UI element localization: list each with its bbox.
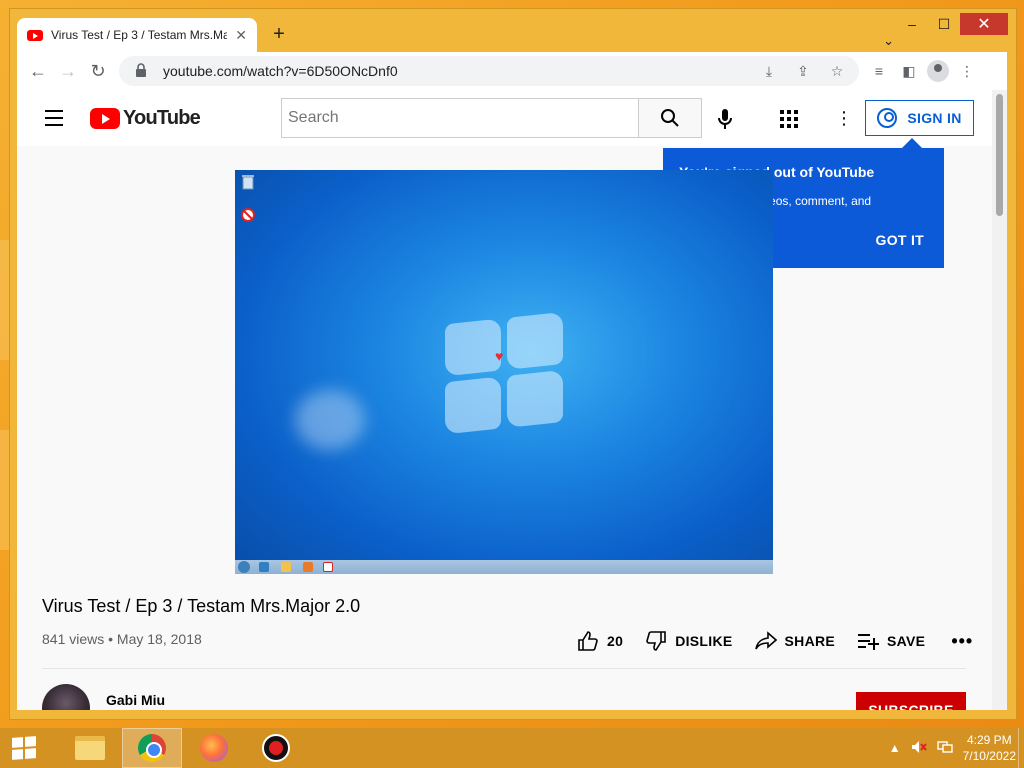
video-desktop-taskbar <box>235 560 773 574</box>
apps-grid-icon[interactable] <box>780 110 798 128</box>
settings-kebab-icon[interactable]: ⋮ <box>835 109 853 127</box>
chrome-icon <box>138 734 166 762</box>
like-button[interactable]: 20 <box>577 630 623 652</box>
lock-icon[interactable] <box>129 62 153 80</box>
url-text: youtube.com/watch?v=6D50ONcDnf0 <box>163 63 398 79</box>
menu-kebab-icon[interactable]: ⋮ <box>955 63 979 80</box>
page-scrollbar[interactable] <box>992 90 1007 710</box>
recorder-icon <box>262 734 290 762</box>
channel-avatar[interactable] <box>42 684 90 710</box>
like-count: 20 <box>607 633 624 649</box>
reload-button[interactable]: ↻ <box>83 56 113 86</box>
youtube-page: YouTube ⋮ SIGN IN You're signed out of Y… <box>17 90 1007 710</box>
video-folder-icon <box>281 562 291 572</box>
youtube-icon <box>27 29 43 41</box>
forward-button[interactable]: → <box>53 56 83 86</box>
taskbar-firefox[interactable] <box>184 728 244 768</box>
youtube-logo[interactable]: YouTube <box>90 107 201 130</box>
microphone-icon[interactable] <box>717 108 733 135</box>
clock-time: 4:29 PM <box>966 733 1012 747</box>
video-start-icon <box>238 561 250 573</box>
thumbs-down-icon <box>646 631 666 651</box>
wallpaper-glow <box>295 390 365 450</box>
install-icon[interactable]: ⤓ <box>757 63 781 80</box>
address-bar[interactable]: youtube.com/watch?v=6D50ONcDnf0 ⤓ ⇪ ☆ <box>119 56 859 86</box>
search-button[interactable] <box>638 98 702 138</box>
thumbs-up-icon <box>578 631 598 651</box>
save-label: SAVE <box>887 633 926 649</box>
profile-avatar[interactable] <box>927 60 949 82</box>
clock-date: 7/10/2022 <box>962 749 1016 763</box>
browser-tab[interactable]: Virus Test / Ep 3 / Testam Mrs.Major 2.0… <box>17 18 257 52</box>
search-icon <box>661 109 679 127</box>
taskbar-file-explorer[interactable] <box>60 728 120 768</box>
new-tab-button[interactable]: + <box>263 18 295 50</box>
got-it-button[interactable]: GOT IT <box>876 232 924 248</box>
windows-taskbar: ▲ 4:29 PM 7/10/2022 <box>0 728 1024 768</box>
taskbar-chrome[interactable] <box>122 728 182 768</box>
tab-title: Virus Test / Ep 3 / Testam Mrs.Major 2.0 <box>51 28 228 42</box>
sign-in-button[interactable]: SIGN IN <box>865 100 974 136</box>
video-player[interactable]: ♥ <box>235 170 773 574</box>
browser-toolbar: ← → ↻ youtube.com/watch?v=6D50ONcDnf0 ⤓ … <box>17 52 1007 90</box>
hamburger-menu-icon[interactable] <box>45 110 63 131</box>
minimize-button[interactable]: – <box>896 13 928 35</box>
video-actions: 20 DISLIKE SHARE SAVE ••• <box>577 630 973 652</box>
divider <box>42 668 966 669</box>
maximize-button[interactable]: ☐ <box>928 13 960 35</box>
close-icon[interactable]: ✕ <box>235 27 247 44</box>
windows-logo-icon <box>445 311 565 435</box>
share-label: SHARE <box>784 633 836 649</box>
heart-icon: ♥ <box>495 348 504 364</box>
chevron-up-icon[interactable]: ▲ <box>889 741 901 755</box>
taskbar-recorder[interactable] <box>246 728 306 768</box>
share-icon[interactable]: ⇪ <box>791 63 815 80</box>
video-media-icon <box>303 562 313 572</box>
toolbar-actions: ≡ ◧ ⋮ <box>867 60 979 82</box>
youtube-play-icon <box>90 108 120 129</box>
video-ie-icon <box>259 562 269 572</box>
more-actions-icon[interactable]: ••• <box>951 631 973 652</box>
firefox-icon <box>200 734 228 762</box>
share-button[interactable]: SHARE <box>754 631 836 651</box>
tab-strip: Virus Test / Ep 3 / Testam Mrs.Major 2.0… <box>17 10 295 52</box>
network-icon[interactable] <box>936 740 953 757</box>
close-window-button[interactable]: ✕ <box>960 13 1008 35</box>
search-input[interactable] <box>281 98 638 138</box>
youtube-masthead: YouTube ⋮ SIGN IN <box>17 90 992 146</box>
reading-list-icon[interactable]: ≡ <box>867 63 891 79</box>
save-button[interactable]: SAVE <box>857 632 925 650</box>
file-explorer-icon <box>75 736 105 760</box>
virus-app-icon <box>241 208 255 222</box>
video-meta: 841 views • May 18, 2018 <box>42 631 202 647</box>
back-button[interactable]: ← <box>23 56 53 86</box>
side-panel-icon[interactable]: ◧ <box>897 63 921 80</box>
scrollbar-thumb[interactable] <box>996 94 1003 216</box>
search-bar <box>281 98 702 138</box>
recycle-bin-icon <box>241 174 255 190</box>
show-desktop-button[interactable] <box>1018 728 1024 768</box>
sign-in-label: SIGN IN <box>907 110 962 126</box>
youtube-logo-text: YouTube <box>123 107 201 129</box>
window-controls: – ☐ ✕ <box>896 13 1008 35</box>
start-button[interactable] <box>0 728 48 768</box>
account-icon <box>877 108 898 128</box>
video-virus-icon <box>323 562 333 572</box>
video-title: Virus Test / Ep 3 / Testam Mrs.Major 2.0 <box>42 596 361 616</box>
dislike-label: DISLIKE <box>675 633 733 649</box>
channel-name[interactable]: Gabi Miu <box>106 692 165 708</box>
volume-muted-icon[interactable] <box>911 740 927 757</box>
playlist-add-icon <box>858 634 880 650</box>
bookmark-star-icon[interactable]: ☆ <box>825 63 849 80</box>
chevron-down-icon[interactable]: ⌄ <box>883 33 894 49</box>
system-tray: ▲ 4:29 PM 7/10/2022 <box>889 728 1016 768</box>
share-arrow-icon <box>754 631 777 650</box>
windows-start-icon <box>12 736 36 760</box>
subscribe-button[interactable]: SUBSCRIBE <box>856 692 966 710</box>
dislike-button[interactable]: DISLIKE <box>645 630 732 652</box>
taskbar-clock[interactable]: 4:29 PM 7/10/2022 <box>963 732 1016 764</box>
